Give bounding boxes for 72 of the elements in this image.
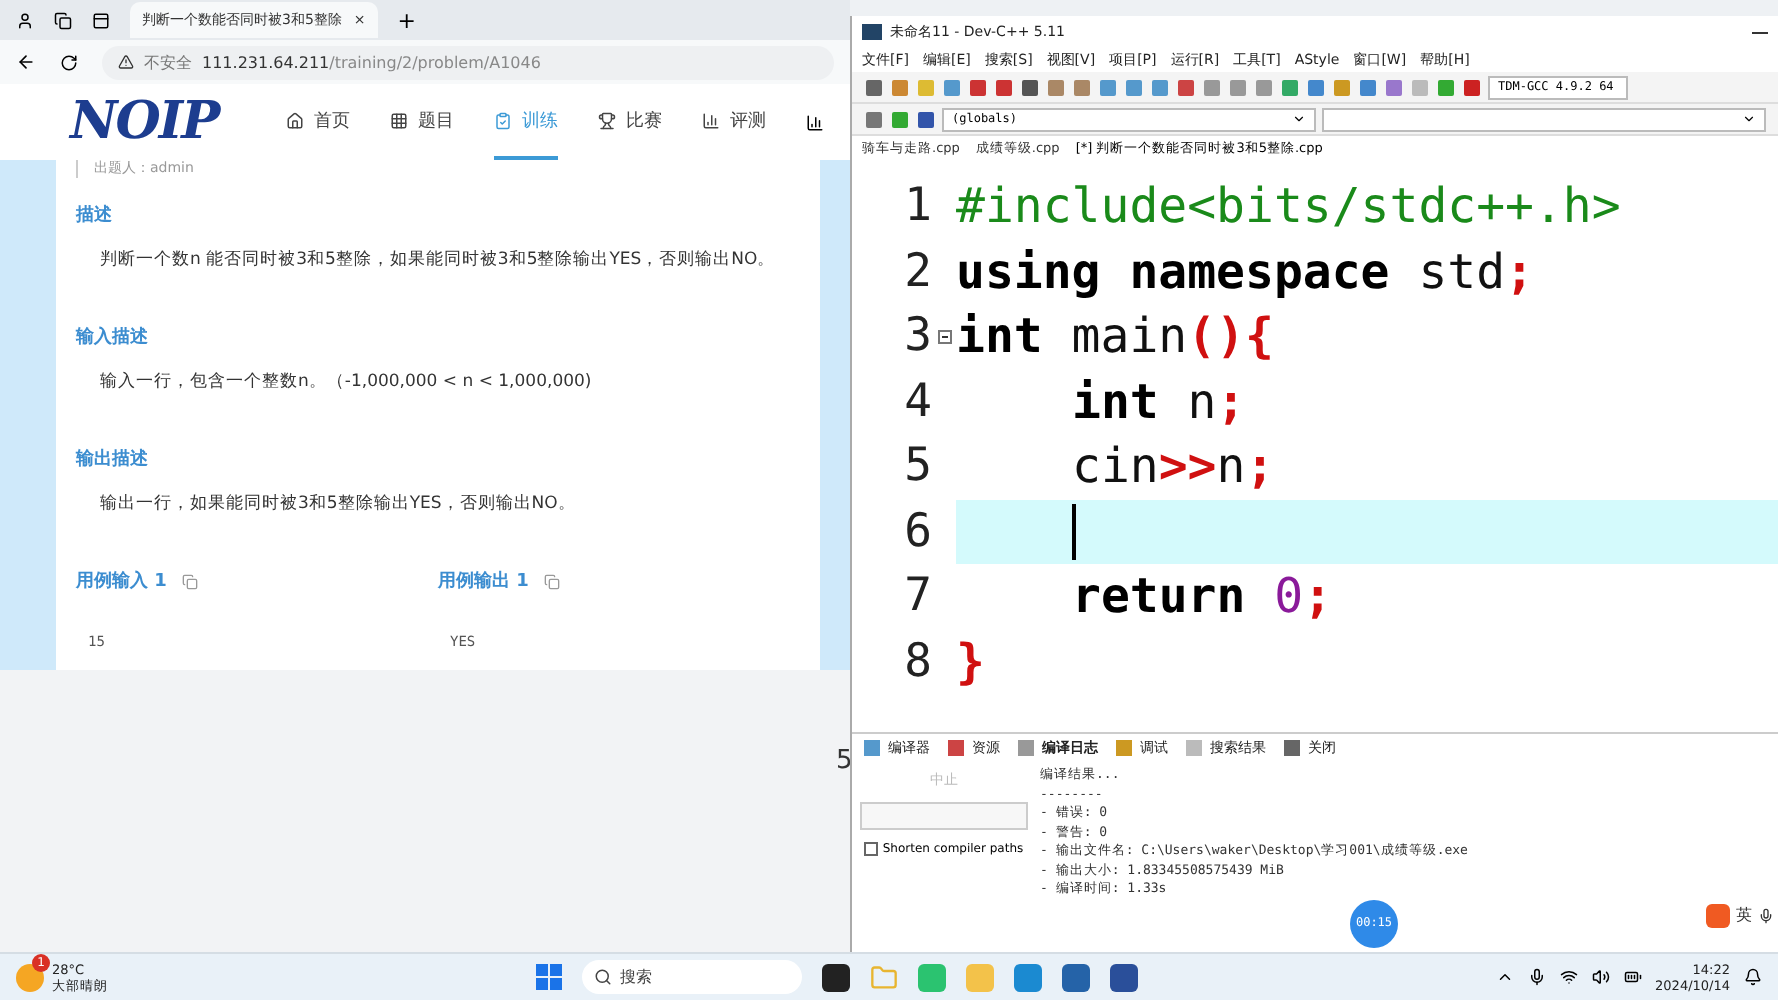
app-icon[interactable] <box>1110 963 1138 991</box>
chart-icon <box>702 111 721 129</box>
clipboard-icon <box>494 111 513 129</box>
chevron-up-icon[interactable] <box>1495 968 1514 986</box>
line-number: 6 <box>902 505 932 558</box>
battery-icon[interactable] <box>1623 968 1642 986</box>
workspaces-icon[interactable] <box>54 11 72 29</box>
fold-icon[interactable] <box>937 329 951 344</box>
section-text: 判断一个数n 能否同时被3和5整除，如果能同时被3和5整除输出YES，否则输出NO。 <box>100 248 778 272</box>
line-number: 3 <box>902 310 932 363</box>
line-number: 8 <box>902 635 932 688</box>
dropdown-icon <box>1742 112 1756 126</box>
home-icon <box>286 111 305 129</box>
ime-logo-icon <box>1706 904 1730 928</box>
code-line: } <box>956 631 987 694</box>
start-icon[interactable] <box>536 964 562 990</box>
wifi-icon[interactable] <box>1559 968 1578 986</box>
section-text: 输入一行，包含一个整数n。（-1,000,000 < n < 1,000,000) <box>100 370 594 394</box>
line-number: 2 <box>902 245 932 298</box>
grid-icon <box>390 111 409 129</box>
microphone-icon[interactable] <box>1758 908 1774 924</box>
search-icon <box>594 968 612 986</box>
microphone-icon[interactable] <box>1527 968 1546 986</box>
copy-icon[interactable] <box>544 573 561 589</box>
code-line: cin>>n; <box>1070 436 1277 499</box>
tab-icon <box>862 737 882 757</box>
nav-item[interactable]: 比赛 <box>598 84 663 160</box>
nav-item[interactable]: 题目 <box>390 84 455 160</box>
weather-icon[interactable] <box>16 963 44 991</box>
sample-heading: 用例输入 1 <box>76 568 438 594</box>
dropdown-icon <box>1291 112 1306 126</box>
minimize-button[interactable] <box>1752 31 1768 33</box>
line-number: 5 <box>902 440 932 493</box>
warning-icon <box>118 54 134 70</box>
code-line: using namespace std; <box>956 241 1536 304</box>
notification-icon[interactable] <box>1744 968 1762 986</box>
volume-icon[interactable] <box>1591 968 1610 986</box>
refresh-icon[interactable] <box>60 53 78 71</box>
section-heading: 描述 <box>76 202 114 228</box>
line-number: 1 <box>902 180 932 233</box>
bar-chart-icon[interactable] <box>806 113 825 131</box>
new-tab-button[interactable]: + <box>397 7 417 33</box>
security-label: 不安全 <box>144 51 192 73</box>
site-logo[interactable]: NOIP <box>70 92 219 152</box>
code-line: int n; <box>1070 371 1248 434</box>
url-text: 111.231.64.211/training/2/problem/A1046 <box>202 53 541 71</box>
tab-icon <box>946 737 966 757</box>
code-line: int main(){ <box>956 306 1276 369</box>
tab-icon <box>1114 737 1134 757</box>
profile-icon[interactable] <box>16 11 34 29</box>
trophy-icon <box>598 111 617 129</box>
line-number: 7 <box>902 570 932 623</box>
line-number: 4 <box>902 375 932 428</box>
copy-icon[interactable] <box>182 573 199 589</box>
section-text: 输出一行，如果能同时被3和5整除输出YES，否则输出NO。 <box>100 492 578 516</box>
tab-icon <box>1016 737 1036 757</box>
sample-heading: 用例输出 1 <box>438 568 800 594</box>
page-text: 5 <box>836 746 850 776</box>
ime-toolbar[interactable]: 英 <box>1706 904 1774 928</box>
code-line: return 0; <box>1070 566 1335 629</box>
tab-icon <box>1184 737 1204 757</box>
tab-actions-icon[interactable] <box>92 11 110 29</box>
code-line: #include<bits/stdc++.h> <box>956 176 1623 239</box>
app-icon <box>862 22 882 42</box>
section-heading: 输出描述 <box>76 446 150 472</box>
nav-item[interactable]: 评测 <box>702 84 767 160</box>
back-icon[interactable] <box>16 52 36 72</box>
section-heading: 输入描述 <box>76 324 150 350</box>
address-bar[interactable]: 不安全 111.231.64.211/training/2/problem/A1046 <box>102 45 834 79</box>
nav-item[interactable]: 首页 <box>286 84 351 160</box>
taskbar-search[interactable]: 搜索 <box>582 960 802 994</box>
tab-icon <box>1282 737 1302 757</box>
